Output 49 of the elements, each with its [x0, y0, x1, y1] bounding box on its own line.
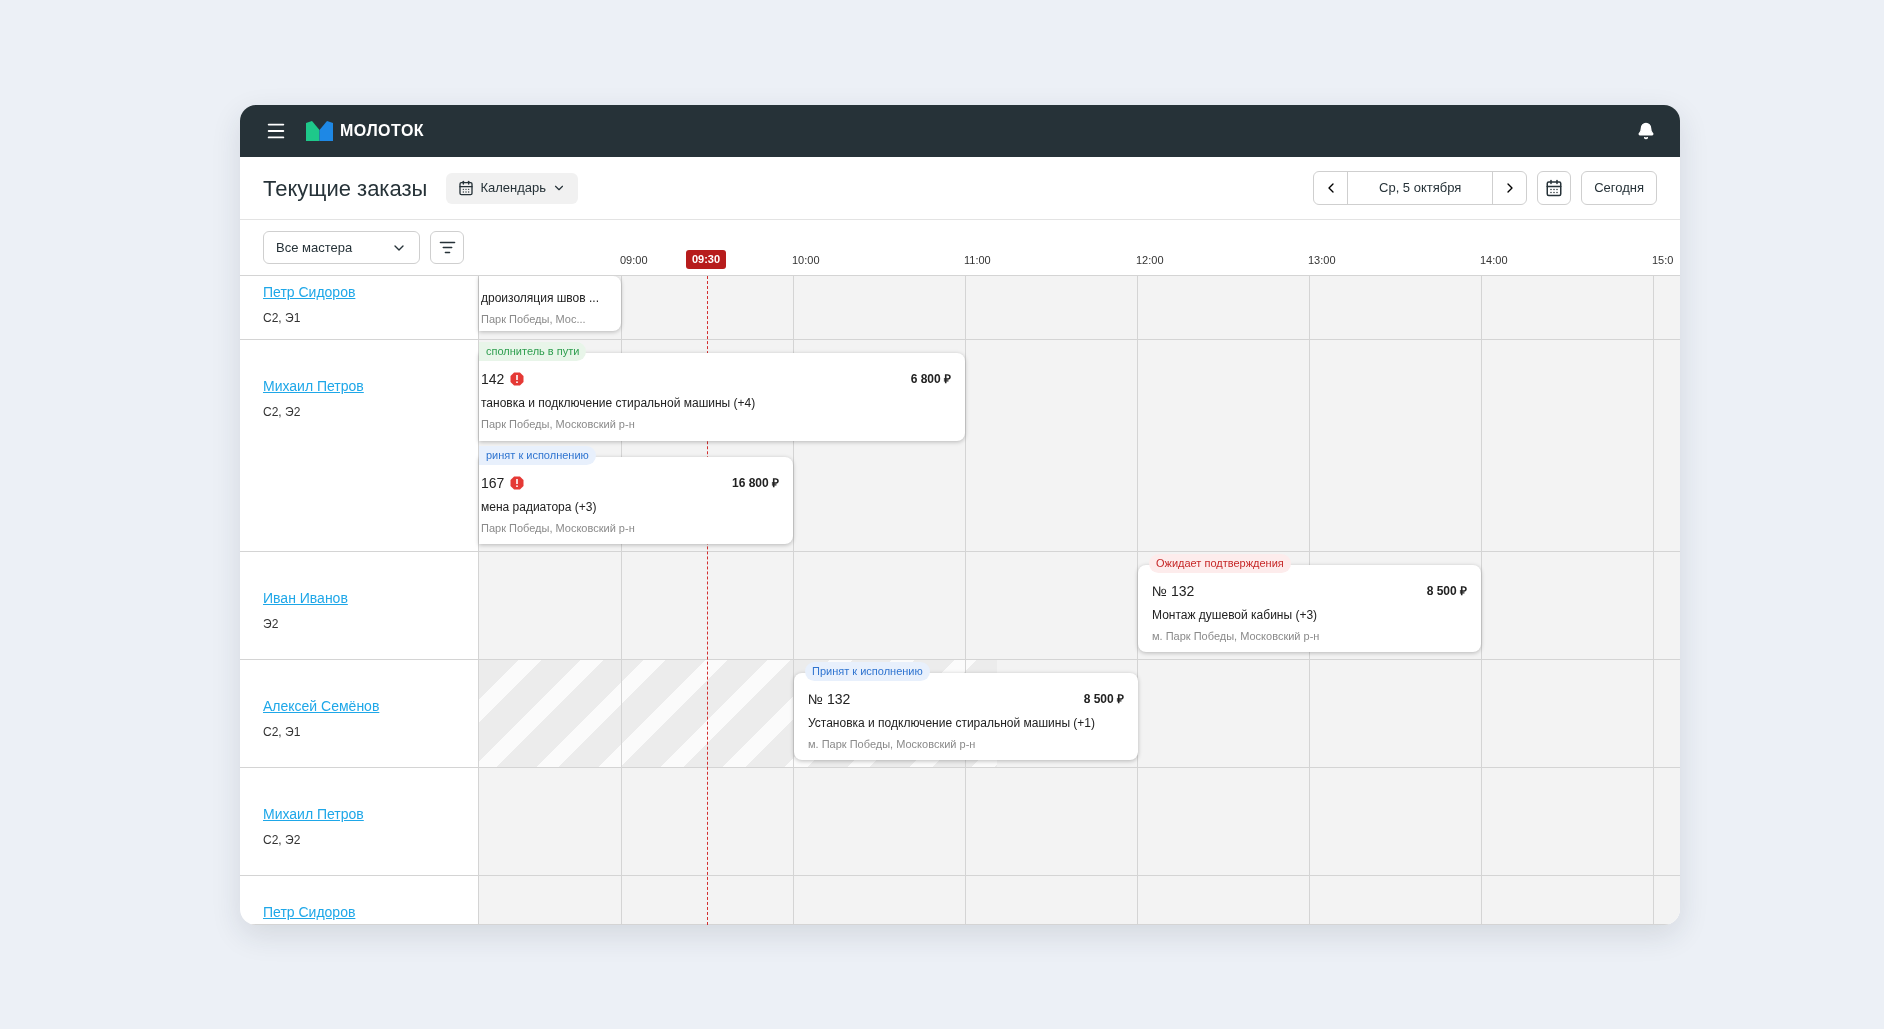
- status-label: сполнитель в пути: [479, 342, 587, 361]
- master-select[interactable]: Все мастера: [263, 231, 420, 264]
- notifications-icon[interactable]: [1637, 122, 1655, 140]
- calendar-icon: [1545, 179, 1564, 197]
- hour-label: 14:00: [1480, 253, 1508, 268]
- status-label: Принят к исполнению: [805, 662, 930, 681]
- hour-label: 11:00: [964, 253, 991, 268]
- date-display: Ср, 5 октября: [1378, 179, 1463, 198]
- master-skills: Э2: [263, 616, 280, 633]
- logo-icon: [306, 121, 333, 141]
- order-card[interactable]: дроизоляция швов ... Парк Победы, Мос...: [479, 276, 621, 331]
- order-price: 8 500 ₽: [1083, 691, 1124, 708]
- order-address: Парк Победы, Мос...: [481, 312, 587, 327]
- order-address: Парк Победы, Московский р-н: [481, 417, 636, 432]
- current-time-badge: 09:30: [686, 250, 726, 269]
- page-title: Текущие заказы: [263, 174, 428, 203]
- order-title: мена радиатора (+3): [481, 499, 598, 516]
- hour-label: 10:00: [792, 253, 820, 268]
- calendar-button[interactable]: [1537, 171, 1572, 205]
- order-title: Монтаж душевой кабины (+3): [1152, 607, 1319, 624]
- order-price: 16 800 ₽: [731, 475, 779, 492]
- today-button[interactable]: Сегодня: [1581, 171, 1657, 205]
- calendar-icon: [458, 180, 475, 196]
- order-title: тановка и подключение стиральной машины (+4): [481, 395, 757, 412]
- master-skills: С2, Э2: [263, 832, 302, 849]
- order-title: Установка и подключение стиральной машины (+1): [808, 715, 1097, 732]
- order-number: № 132: [1152, 581, 1195, 601]
- status-label: ринят к исполнению: [479, 446, 596, 465]
- order-address: м. Парк Победы, Московский р-н: [808, 737, 977, 752]
- logo-text: МОЛОТОК: [340, 121, 425, 141]
- master-skills: С2, Э1: [263, 310, 302, 327]
- master-skills: С2, Э2: [263, 404, 302, 421]
- order-title: дроизоляция швов ...: [481, 290, 600, 307]
- hour-label: 12:00: [1136, 253, 1164, 268]
- order-address: Парк Победы, Московский р-н: [481, 521, 636, 536]
- hour-label: 09:00: [620, 253, 648, 268]
- hour-label: 13:00: [1308, 253, 1336, 268]
- filter-icon: [438, 239, 456, 256]
- order-number: 142: [481, 369, 505, 389]
- order-number: № 132: [808, 689, 851, 709]
- order-number: 167: [481, 473, 505, 493]
- order-price: 8 500 ₽: [1426, 583, 1467, 600]
- hour-label: 15:0: [1652, 253, 1674, 268]
- master-skills: С2, Э1: [263, 724, 302, 741]
- filter-button[interactable]: [430, 231, 464, 264]
- view-dropdown[interactable]: Календарь: [446, 172, 578, 204]
- order-price: 6 800 ₽: [910, 371, 951, 388]
- status-label: Ожидает подтверждения: [1149, 554, 1291, 573]
- order-address: м. Парк Победы, Московский р-н: [1152, 629, 1321, 644]
